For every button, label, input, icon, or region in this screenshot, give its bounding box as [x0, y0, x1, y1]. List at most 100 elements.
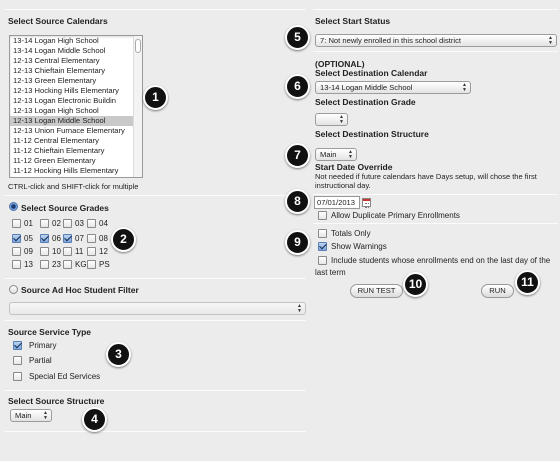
grade-checkbox[interactable]	[12, 247, 21, 256]
callout-badge-7: 7	[285, 143, 310, 168]
dest-grade-select[interactable]: ▲ ▼	[315, 113, 348, 126]
calendar-option[interactable]: 11-12 Green Elementary	[10, 156, 142, 166]
grade-checkbox[interactable]	[40, 260, 49, 269]
calendar-option[interactable]: 12-13 Chieftain Elementary	[10, 66, 142, 76]
calendar-icon[interactable]	[362, 198, 371, 208]
grade-checkbox[interactable]	[63, 219, 72, 228]
allow-duplicate-checkbox[interactable]	[318, 211, 327, 220]
grade-checkbox[interactable]	[87, 247, 96, 256]
select-arrows-icon: ▲ ▼	[348, 149, 353, 160]
calendar-option[interactable]: 11-12 Logan Electronic Buildin	[10, 176, 142, 177]
calendar-option[interactable]: 12-13 Central Elementary	[10, 56, 142, 66]
show-warnings-checkbox[interactable]	[318, 242, 327, 251]
grade-label: 10	[52, 247, 61, 256]
calendar-option[interactable]: 12-13 Logan Middle School	[10, 116, 142, 126]
select-arrows-icon: ▲ ▼	[462, 82, 467, 93]
run-button[interactable]: RUN	[481, 284, 514, 298]
calendar-option[interactable]: 12-13 Logan High School	[10, 106, 142, 116]
include-ended-checkbox[interactable]	[318, 256, 327, 265]
grade-label: 03	[75, 219, 84, 228]
grade-checkbox[interactable]	[87, 260, 96, 269]
dest-structure-title: Select Destination Structure	[315, 129, 429, 139]
start-date-input[interactable]: 07/01/2013	[314, 196, 360, 209]
grade-checkbox[interactable]	[63, 260, 72, 269]
dest-structure-select[interactable]: Main ▲ ▼	[315, 148, 357, 161]
calendar-option[interactable]: 12-13 Green Elementary	[10, 76, 142, 86]
calendar-option[interactable]: 13-14 Logan High School	[10, 36, 142, 46]
grade-checkbox[interactable]	[12, 234, 21, 243]
divider	[4, 9, 306, 10]
grade-label: 05	[24, 234, 33, 243]
calendar-option[interactable]: 12-13 Hocking Hills Elementary	[10, 86, 142, 96]
divider	[313, 9, 558, 10]
source-grades-label: Select Source Grades	[21, 203, 109, 213]
start-date-title: Start Date Override	[315, 162, 393, 172]
grade-checkbox[interactable]	[12, 260, 21, 269]
grade-label: KG	[75, 260, 87, 269]
calendar-option[interactable]: 12-13 Union Furnace Elementary	[10, 126, 142, 136]
callout-badge-1: 1	[143, 85, 168, 110]
callout-badge-4: 4	[82, 407, 107, 432]
grade-checkbox[interactable]	[87, 219, 96, 228]
callout-badge-3: 3	[106, 342, 131, 367]
calendar-option[interactable]: 13-14 Logan Middle School	[10, 46, 142, 56]
grade-label: 04	[99, 219, 108, 228]
include-ended-label-line1: Include students whose enrollments end o…	[331, 256, 551, 265]
grade-checkbox[interactable]	[40, 234, 49, 243]
source-grades-radio[interactable]	[9, 202, 18, 211]
grade-checkbox[interactable]	[12, 219, 21, 228]
service-partial-label: Partial	[29, 356, 52, 365]
divider	[313, 51, 558, 52]
service-special-ed-checkbox[interactable]	[13, 372, 22, 381]
calendar-option[interactable]: 11-12 Chieftain Elementary	[10, 146, 142, 156]
service-type-title: Source Service Type	[8, 327, 91, 337]
service-primary-label: Primary	[29, 341, 57, 350]
adhoc-filter-select[interactable]: ▲ ▼	[9, 302, 306, 315]
callout-badge-2: 2	[111, 227, 136, 252]
grade-label: PS	[99, 260, 110, 269]
totals-only-checkbox[interactable]	[318, 229, 327, 238]
calendar-option[interactable]: 12-13 Logan Electronic Buildin	[10, 96, 142, 106]
select-arrows-icon: ▲ ▼	[43, 410, 48, 421]
listbox-scrollbar[interactable]	[133, 36, 142, 177]
start-status-select[interactable]: 7: Not newly enrolled in this school dis…	[315, 34, 557, 47]
divider	[313, 223, 558, 224]
start-date-note-line2: instructional day.	[315, 181, 371, 190]
scrollbar-thumb[interactable]	[135, 39, 141, 53]
dest-calendar-select[interactable]: 13-14 Logan Middle School ▲ ▼	[315, 81, 471, 94]
multi-select-hint: CTRL-click and SHIFT-click for multiple	[8, 182, 139, 191]
show-warnings-label: Show Warnings	[331, 242, 387, 251]
adhoc-filter-radio[interactable]	[9, 285, 18, 294]
grade-label: 08	[99, 234, 108, 243]
source-calendars-listbox[interactable]: 13-14 Logan High School 13-14 Logan Middl…	[9, 35, 143, 178]
calendar-option[interactable]: 11-12 Central Elementary	[10, 136, 142, 146]
callout-badge-8: 8	[285, 189, 310, 214]
service-partial-checkbox[interactable]	[13, 356, 22, 365]
select-arrows-icon: ▲ ▼	[548, 35, 553, 46]
allow-duplicate-label: Allow Duplicate Primary Enrollments	[331, 211, 460, 220]
grade-checkbox[interactable]	[40, 219, 49, 228]
run-test-button[interactable]: RUN TEST	[350, 284, 403, 298]
grade-label: 09	[24, 247, 33, 256]
grade-checkbox[interactable]	[63, 234, 72, 243]
callout-badge-10: 10	[403, 272, 428, 297]
select-arrows-icon: ▲ ▼	[297, 303, 302, 314]
divider	[313, 194, 558, 195]
dest-grade-title: Select Destination Grade	[315, 97, 416, 107]
grade-label: 02	[52, 219, 61, 228]
grade-label: 07	[75, 234, 84, 243]
divider	[4, 320, 306, 321]
source-structure-title: Select Source Structure	[8, 396, 105, 406]
service-primary-checkbox[interactable]	[13, 341, 22, 350]
calendar-option[interactable]: 11-12 Hocking Hills Elementary	[10, 166, 142, 176]
grade-checkbox[interactable]	[40, 247, 49, 256]
divider	[4, 278, 306, 279]
source-structure-select[interactable]: Main ▲ ▼	[10, 409, 52, 422]
start-date-note-line1: Not needed if future calendars have Days…	[315, 172, 537, 181]
grade-checkbox[interactable]	[63, 247, 72, 256]
dest-calendar-title: Select Destination Calendar	[315, 68, 428, 78]
grade-checkbox[interactable]	[87, 234, 96, 243]
callout-badge-6: 6	[285, 74, 310, 99]
service-special-ed-label: Special Ed Services	[29, 372, 101, 381]
start-status-title: Select Start Status	[315, 16, 391, 26]
